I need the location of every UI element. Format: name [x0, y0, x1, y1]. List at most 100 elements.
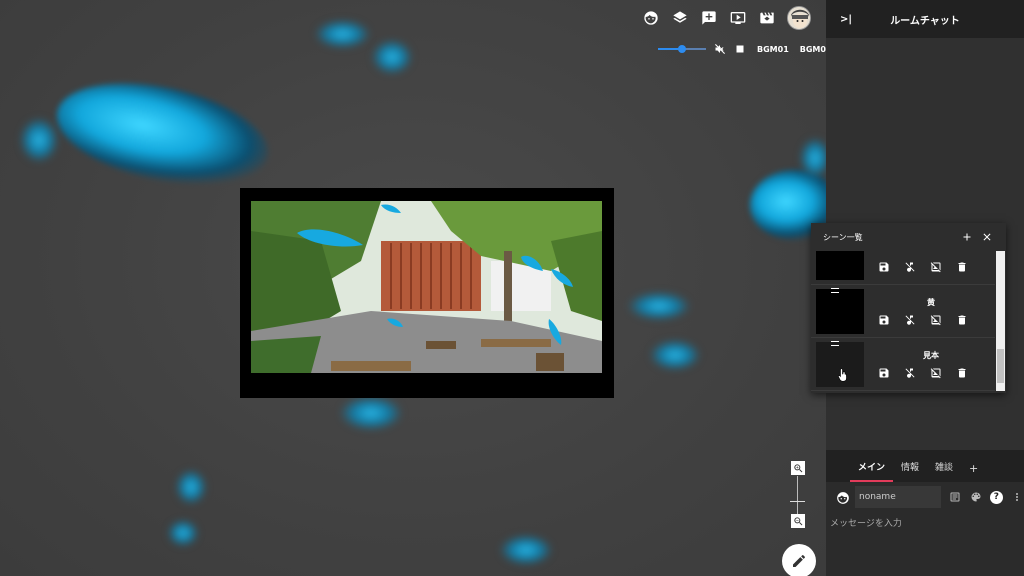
scene-thumbnail[interactable]: [816, 251, 864, 280]
scene-list-scrollbar[interactable]: [996, 251, 1005, 391]
butterfly-decoration: [315, 20, 370, 48]
disable-image-button[interactable]: [929, 260, 943, 274]
save-icon: [879, 315, 889, 325]
plus-icon: [963, 233, 971, 241]
top-toolbar: [640, 6, 811, 30]
face-icon[interactable]: [836, 490, 850, 504]
butterfly-decoration: [340, 396, 402, 430]
music-off-icon: [905, 315, 915, 325]
delete-scene-button[interactable]: [955, 366, 969, 380]
zoom-in-icon: [793, 463, 802, 472]
music-off-icon: [905, 262, 915, 272]
chat-tabs: メイン 情報 雑談 +: [826, 450, 1024, 482]
butterfly-decoration: [500, 535, 552, 565]
layers-icon[interactable]: [669, 7, 691, 29]
volume-slider[interactable]: [658, 43, 706, 55]
scene-list-header: シーン一覧: [811, 223, 1006, 251]
scene-name: 見本: [923, 351, 939, 360]
butterfly-decoration: [176, 470, 206, 504]
butterfly-decoration: [20, 118, 58, 162]
butterfly-decoration: [628, 292, 690, 320]
add-scene-button[interactable]: [960, 230, 974, 244]
save-scene-button[interactable]: [877, 260, 891, 274]
add-comment-icon[interactable]: [698, 7, 720, 29]
disable-image-button[interactable]: [929, 366, 943, 380]
stop-icon[interactable]: [734, 43, 746, 55]
avatar[interactable]: [787, 6, 811, 30]
message-input[interactable]: [826, 512, 1024, 576]
scene-item[interactable]: [811, 251, 995, 285]
trash-icon: [958, 368, 966, 378]
face-icon[interactable]: [640, 7, 662, 29]
garden-photo: [251, 201, 602, 373]
volume-thumb[interactable]: [678, 45, 686, 53]
scene-image[interactable]: [240, 188, 614, 398]
garden-illustration: [251, 201, 602, 373]
disable-music-button[interactable]: [903, 313, 917, 327]
zoom-slider-thumb[interactable]: [790, 501, 805, 502]
scene-item[interactable]: 黄: [811, 285, 995, 338]
character-name-input[interactable]: [855, 486, 941, 508]
more-icon[interactable]: [1010, 490, 1024, 504]
scene-actions: [877, 366, 981, 380]
zoom-out-icon: [793, 516, 802, 525]
game-board[interactable]: BGM01 BGM02: [0, 0, 826, 576]
butterfly-decoration: [372, 40, 412, 74]
play-screen-icon[interactable]: [727, 7, 749, 29]
drag-handle[interactable]: [831, 341, 839, 346]
add-tab-button[interactable]: +: [961, 462, 986, 482]
delete-scene-button[interactable]: [955, 260, 969, 274]
collapse-panel-button[interactable]: >|: [826, 0, 854, 38]
scene-actions: [877, 313, 981, 327]
scene-item[interactable]: 見本: [811, 338, 995, 391]
help-button[interactable]: ?: [989, 490, 1004, 504]
chat-header: >| ルームチャット: [826, 0, 1024, 38]
disable-music-button[interactable]: [903, 260, 917, 274]
audio-controls: BGM01 BGM02: [658, 42, 826, 56]
save-scene-button[interactable]: [877, 313, 891, 327]
close-icon: [983, 233, 991, 241]
zoom-slider-track[interactable]: [797, 476, 798, 518]
scene-list-title: シーン一覧: [823, 232, 863, 242]
zoom-out-button[interactable]: [791, 514, 805, 528]
scene-thumbnail[interactable]: [816, 289, 864, 334]
movie-icon[interactable]: [756, 7, 778, 29]
help-icon: ?: [989, 490, 1003, 504]
pencil-icon: [793, 555, 805, 567]
chat-title: ルームチャット: [890, 15, 960, 27]
music-off-icon: [905, 368, 915, 378]
trash-icon: [958, 315, 966, 325]
drag-handle[interactable]: [831, 288, 839, 293]
image-off-icon: [930, 315, 941, 326]
tab-info[interactable]: 情報: [893, 460, 927, 482]
scene-name: 黄: [927, 298, 935, 307]
save-icon: [879, 368, 889, 378]
butterfly-decoration: [800, 138, 826, 178]
scrollbar-thumb[interactable]: [997, 349, 1004, 383]
avatar-face-icon: [788, 7, 810, 29]
disable-music-button[interactable]: [903, 366, 917, 380]
chat-input-row: ?: [826, 484, 1024, 510]
bgm02-button[interactable]: BGM02: [800, 45, 826, 54]
hand-cursor-icon: [838, 368, 847, 382]
butterfly-decoration: [650, 340, 700, 370]
save-scene-button[interactable]: [877, 366, 891, 380]
tab-chatter[interactable]: 雑談: [927, 460, 961, 482]
disable-image-button[interactable]: [929, 313, 943, 327]
palette-icon[interactable]: [969, 490, 983, 504]
zoom-in-button[interactable]: [791, 461, 805, 475]
delete-scene-button[interactable]: [955, 313, 969, 327]
butterfly-decoration: [168, 520, 198, 546]
note-icon[interactable]: [948, 490, 962, 504]
butterfly-decoration: [47, 66, 278, 202]
mute-icon[interactable]: [714, 43, 726, 55]
tab-main[interactable]: メイン: [850, 460, 894, 482]
save-icon: [879, 262, 889, 272]
zoom-control: [788, 460, 808, 530]
bgm01-button[interactable]: BGM01: [757, 45, 789, 54]
image-off-icon: [930, 368, 941, 379]
image-off-icon: [930, 262, 941, 273]
edit-button[interactable]: [782, 544, 816, 576]
scene-actions: [877, 260, 981, 274]
close-scene-list-button[interactable]: [980, 230, 994, 244]
